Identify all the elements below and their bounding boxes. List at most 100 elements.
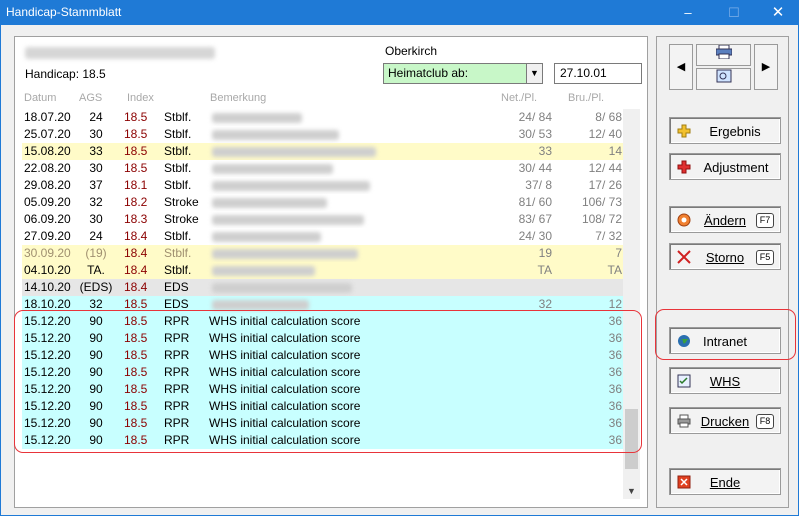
- redacted-remark: [212, 113, 302, 123]
- table-row[interactable]: 30.09.20 (19) 18.4 Stblf. 19 7: [22, 245, 623, 262]
- home-club-select[interactable]: Heimatclub ab: ▼: [383, 63, 543, 84]
- cross-icon: [677, 250, 691, 264]
- table-row[interactable]: 15.08.20 33 18.5 Stblf. 33 14: [22, 143, 623, 160]
- row-date: 25.07.20: [24, 127, 71, 141]
- row-type: Stblf.: [164, 161, 192, 175]
- table-row[interactable]: 05.09.20 32 18.2 Stroke 81/ 60 106/ 73: [22, 194, 623, 211]
- scroll-down-icon[interactable]: ▼: [623, 483, 640, 499]
- ergebnis-label: Ergebnis: [709, 124, 761, 139]
- row-index: 18.3: [124, 212, 148, 226]
- col-header-net[interactable]: Net./Pl.: [501, 92, 537, 104]
- whs-button[interactable]: WHS: [669, 367, 781, 394]
- row-ags: 30: [89, 161, 103, 175]
- row-gross: TA: [607, 263, 622, 277]
- row-ags: 24: [89, 110, 103, 124]
- table-row[interactable]: 27.09.20 24 18.4 Stblf. 24/ 30 7/ 32: [22, 228, 623, 245]
- maximize-button[interactable]: ☐: [712, 0, 756, 25]
- row-index: 18.5: [124, 127, 148, 141]
- title-bar: Handicap-Stammblatt – ☐ ✕: [0, 0, 799, 25]
- row-date: 22.08.20: [24, 161, 71, 175]
- row-date: 18.07.20: [24, 110, 71, 124]
- row-ags: 30: [89, 127, 103, 141]
- row-net: 24/ 84: [518, 110, 552, 124]
- table-row[interactable]: 14.10.20 (EDS) 18.4 EDS: [22, 279, 623, 296]
- row-index: 18.5: [124, 161, 148, 175]
- row-type: Stblf.: [164, 178, 192, 192]
- preview-icon-button[interactable]: [696, 68, 751, 90]
- row-type: Stblf.: [164, 110, 192, 124]
- row-gross: 12/ 44: [588, 161, 622, 175]
- row-gross: 8/ 68: [595, 110, 622, 124]
- row-gross: 106/ 73: [581, 195, 622, 209]
- row-net: 19: [538, 246, 552, 260]
- adjustment-button[interactable]: Adjustment: [669, 153, 781, 180]
- table-row[interactable]: 04.10.20 TA. 18.4 Stblf. TA TA: [22, 262, 623, 279]
- plus-icon: [677, 160, 691, 174]
- redacted-remark: [212, 266, 315, 276]
- handicap-label: Handicap: 18.5: [25, 67, 106, 81]
- table-row[interactable]: 06.09.20 30 18.3 Stroke 83/ 67 108/ 72: [22, 211, 623, 228]
- row-net: 30/ 44: [518, 161, 552, 175]
- print-icon-button[interactable]: [696, 44, 751, 66]
- col-header-ags[interactable]: AGS: [79, 92, 102, 104]
- table-row[interactable]: 18.07.20 24 18.5 Stblf. 24/ 84 8/ 68: [22, 109, 623, 126]
- row-ags: (19): [85, 246, 107, 260]
- storno-label: Storno: [705, 250, 745, 265]
- row-gross: 108/ 72: [581, 212, 622, 226]
- club-name: Oberkirch: [385, 44, 438, 58]
- row-ags: (EDS): [79, 280, 113, 294]
- table-row[interactable]: 29.08.20 37 18.1 Stblf. 37/ 8 17/ 26: [22, 177, 623, 194]
- next-arrow-button[interactable]: ▶: [754, 44, 778, 90]
- minimize-button[interactable]: –: [666, 0, 710, 25]
- printer-icon: [715, 44, 732, 60]
- table-row[interactable]: 22.08.20 30 18.5 Stblf. 30/ 44 12/ 44: [22, 160, 623, 177]
- row-index: 18.1: [124, 178, 148, 192]
- aendern-label: Ändern: [704, 213, 746, 228]
- col-header-index[interactable]: Index: [127, 92, 154, 104]
- window-title: Handicap-Stammblatt: [6, 5, 122, 19]
- adjustment-label: Adjustment: [703, 160, 769, 175]
- col-header-gross[interactable]: Bru./Pl.: [568, 92, 604, 104]
- close-button[interactable]: ✕: [756, 0, 799, 25]
- prev-arrow-button[interactable]: ◀: [669, 44, 693, 90]
- checklist-icon: [677, 374, 691, 388]
- f8-key-badge: F8: [756, 414, 774, 429]
- chevron-down-icon[interactable]: ▼: [526, 64, 542, 83]
- intranet-button[interactable]: Intranet: [669, 327, 781, 354]
- col-header-date[interactable]: Datum: [24, 92, 56, 104]
- redacted-remark: [212, 215, 364, 225]
- aendern-button[interactable]: Ändern F7: [669, 206, 781, 233]
- row-net: 33: [538, 144, 552, 158]
- row-gross: 12/ 40: [588, 127, 622, 141]
- row-ags: 24: [89, 229, 103, 243]
- row-index: 18.4: [124, 246, 148, 260]
- col-header-remark[interactable]: Bemerkung: [210, 92, 266, 104]
- ende-label: Ende: [709, 475, 741, 490]
- drucken-button[interactable]: Drucken F8: [669, 407, 781, 434]
- printer-icon: [677, 414, 691, 428]
- ergebnis-button[interactable]: Ergebnis: [669, 117, 781, 144]
- date-field[interactable]: 27.10.01: [554, 63, 642, 84]
- row-type: Stblf.: [164, 144, 192, 158]
- ende-button[interactable]: Ende: [669, 468, 781, 495]
- preview-icon: [716, 69, 731, 83]
- redacted-remark: [212, 283, 352, 293]
- whs-label: WHS: [709, 374, 741, 389]
- row-gross: 7: [615, 246, 622, 260]
- table-row[interactable]: 25.07.20 30 18.5 Stblf. 30/ 53 12/ 40: [22, 126, 623, 143]
- row-type: EDS: [164, 280, 189, 294]
- redacted-remark: [212, 300, 309, 310]
- row-net: 24/ 30: [518, 229, 552, 243]
- row-gross: 14: [608, 144, 622, 158]
- row-index: 18.4: [124, 263, 148, 277]
- redacted-remark: [212, 198, 327, 208]
- row-date: 15.08.20: [24, 144, 71, 158]
- row-date: 29.08.20: [24, 178, 71, 192]
- redacted-remark: [212, 249, 358, 259]
- storno-button[interactable]: Storno F5: [669, 243, 781, 270]
- row-index: 18.4: [124, 229, 148, 243]
- redacted-remark: [212, 130, 339, 140]
- row-date: 27.09.20: [24, 229, 71, 243]
- row-ags: 33: [89, 144, 103, 158]
- row-net: 37/ 8: [525, 178, 552, 192]
